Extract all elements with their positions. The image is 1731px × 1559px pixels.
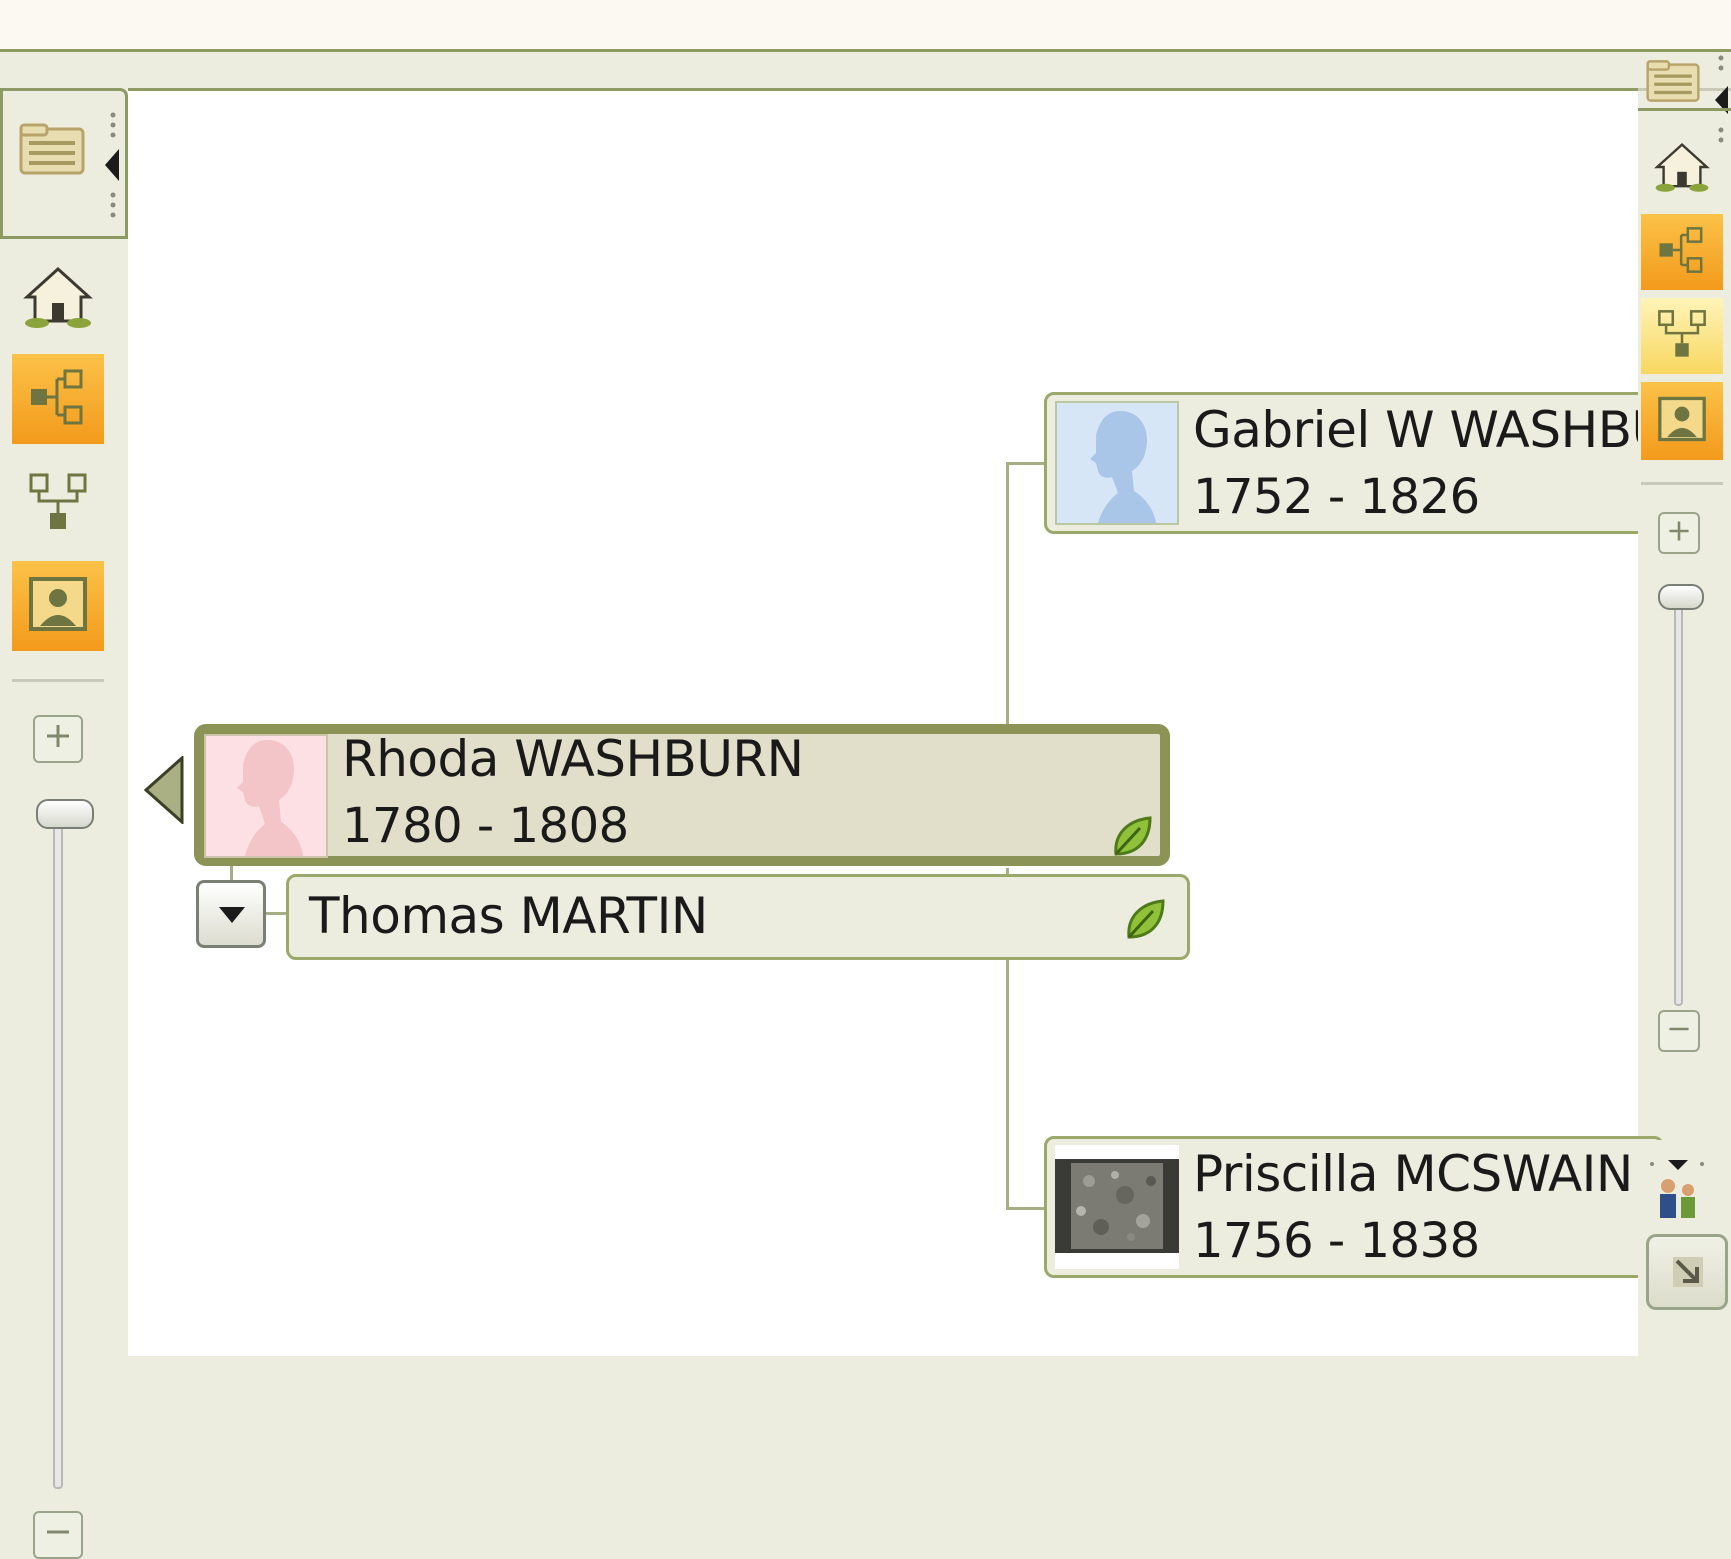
zoom-slider-thumb[interactable] xyxy=(36,799,94,829)
toolbar-separator-right xyxy=(1641,482,1723,485)
right-toolbar xyxy=(1638,52,1731,1052)
descendant-view-button-right[interactable] xyxy=(1641,298,1723,374)
pedigree-view-button-right[interactable] xyxy=(1641,214,1723,290)
panel-list-icon-right[interactable] xyxy=(1646,58,1700,108)
person-card-icon xyxy=(1657,396,1707,446)
spouse-card[interactable]: Thomas MARTIN xyxy=(286,874,1190,960)
descendant-icon xyxy=(27,471,89,537)
navigate-children-arrow[interactable] xyxy=(143,754,184,828)
connector-father-vertical xyxy=(1006,462,1009,728)
male-silhouette xyxy=(1055,401,1179,525)
connector-spouse-horizontal xyxy=(264,912,288,915)
zoom-slider-track-right[interactable] xyxy=(1674,588,1683,1006)
expand-button[interactable] xyxy=(1646,1234,1728,1310)
home-icon xyxy=(23,265,93,333)
zoom-slider-track[interactable] xyxy=(53,799,63,1489)
connector-father-horizontal xyxy=(1006,462,1048,465)
descendant-icon xyxy=(1656,308,1708,364)
descendant-view-button[interactable] xyxy=(12,464,104,544)
spouse-dropdown-button[interactable] xyxy=(196,880,266,948)
mother-dates: 1756 - 1838 xyxy=(1193,1213,1480,1269)
person-card-mother[interactable]: Priscilla MCSWAIN 1756 - 1838 xyxy=(1044,1136,1664,1278)
zoom-slider-thumb-right[interactable] xyxy=(1658,584,1704,610)
collapse-left-icon[interactable] xyxy=(103,109,123,225)
zoom-in-button[interactable] xyxy=(33,715,83,763)
person-card-icon xyxy=(28,576,88,636)
person-card-father[interactable]: Gabriel W WASHBURN 1752 - 1826 xyxy=(1044,392,1731,534)
zoom-out-button[interactable] xyxy=(33,1511,83,1559)
connector-mother-horizontal xyxy=(1006,1207,1048,1210)
home-icon xyxy=(1654,141,1710,197)
individual-view-button-right[interactable] xyxy=(1641,382,1723,460)
minus-icon xyxy=(43,1517,73,1553)
top-strip xyxy=(0,0,1731,52)
female-silhouette xyxy=(204,734,328,858)
pedigree-icon xyxy=(1656,225,1708,279)
zoom-in-button-right[interactable] xyxy=(1658,512,1700,554)
family-dropdown-icon[interactable] xyxy=(1648,1156,1708,1230)
focus-name: Rhoda WASHBURN xyxy=(342,730,804,788)
panel-list-icon[interactable] xyxy=(19,123,85,179)
spouse-name: Thomas MARTIN xyxy=(309,887,708,945)
leaf-hint-icon[interactable] xyxy=(1110,814,1154,862)
mother-name: Priscilla MCSWAIN xyxy=(1193,1145,1633,1203)
left-toolbar xyxy=(0,236,128,1559)
leaf-hint-icon[interactable] xyxy=(1123,897,1167,945)
home-button-right[interactable] xyxy=(1641,134,1723,204)
chevron-down-icon xyxy=(217,905,247,929)
toolbar-separator xyxy=(12,679,104,682)
plus-icon xyxy=(1666,518,1692,549)
home-button[interactable] xyxy=(12,259,104,339)
pedigree-view-button[interactable] xyxy=(12,354,104,444)
person-card-focus[interactable]: Rhoda WASHBURN 1780 - 1808 xyxy=(194,724,1170,866)
left-panel-tab[interactable] xyxy=(0,88,128,236)
mother-photo xyxy=(1055,1145,1179,1269)
plus-icon xyxy=(43,721,73,757)
individual-view-button[interactable] xyxy=(12,561,104,651)
resize-arrow-icon xyxy=(1671,1255,1705,1293)
focus-dates: 1780 - 1808 xyxy=(342,798,629,854)
father-dates: 1752 - 1826 xyxy=(1193,469,1480,525)
pedigree-icon xyxy=(27,367,89,431)
zoom-out-button-right[interactable] xyxy=(1658,1010,1700,1052)
minus-icon xyxy=(1666,1014,1692,1048)
